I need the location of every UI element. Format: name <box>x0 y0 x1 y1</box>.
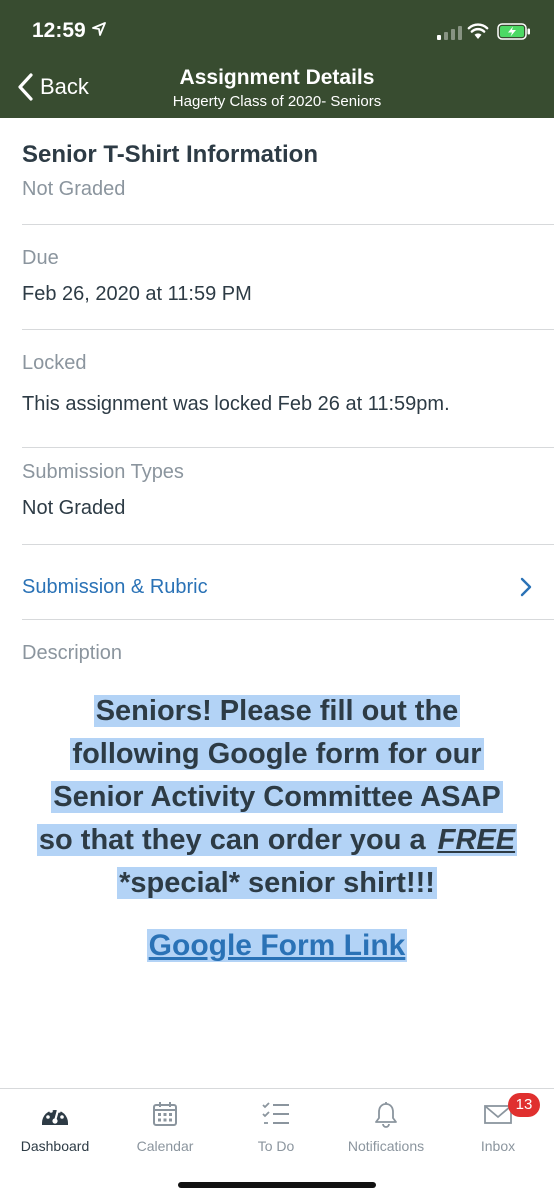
tab-calendar[interactable]: Calendar <box>110 1089 220 1169</box>
tab-todo[interactable]: To Do <box>221 1089 331 1169</box>
submission-rubric-link[interactable]: Submission & Rubric <box>22 572 532 602</box>
inbox-badge: 13 <box>508 1093 540 1117</box>
google-form-link-container: Google Form Link <box>0 924 554 968</box>
due-value: Feb 26, 2020 at 11:59 PM <box>22 283 252 305</box>
cellular-signal-icon <box>437 26 462 40</box>
description-line: *special* senior shirt!!! <box>117 867 437 899</box>
divider <box>22 619 554 620</box>
divider <box>22 224 554 225</box>
divider <box>22 447 554 448</box>
tab-notifications[interactable]: Notifications <box>331 1089 441 1169</box>
grading-status: Not Graded <box>22 178 126 200</box>
divider <box>22 544 554 545</box>
bell-icon <box>375 1102 397 1128</box>
todo-icon <box>262 1102 289 1124</box>
tab-label: Calendar <box>136 1138 194 1154</box>
status-time: 12:59 <box>32 19 86 42</box>
battery-charging-icon <box>497 23 530 40</box>
page-subtitle: Hagerty Class of 2020- Seniors <box>172 93 382 110</box>
description-line: Senior Activity Committee ASAP <box>51 781 503 813</box>
due-label: Due <box>22 247 59 269</box>
submission-types-value: Not Graded <box>22 497 126 519</box>
locked-value: This assignment was locked Feb 26 at 11:… <box>22 393 450 415</box>
submission-types-section: Submission Types Not Graded <box>22 461 532 520</box>
home-indicator[interactable] <box>178 1182 376 1188</box>
submission-rubric-label: Submission & Rubric <box>22 575 208 598</box>
locked-label: Locked <box>22 352 87 374</box>
page-title: Assignment Details <box>179 66 375 89</box>
nav-header: 12:59 Back Assignment Details Hagerty Cl… <box>0 0 554 118</box>
tab-label: Dashboard <box>20 1138 90 1154</box>
description-line: so that they can order you a <box>36 824 436 856</box>
calendar-icon <box>153 1102 177 1126</box>
divider <box>22 329 554 330</box>
description-section: Description <box>22 642 532 665</box>
wifi-icon <box>467 23 489 39</box>
google-form-link[interactable]: Google Form Link <box>146 929 408 962</box>
status-bar: 12:59 <box>0 0 554 60</box>
assignment-header: Senior T-Shirt Information Not Graded <box>22 141 532 201</box>
location-arrow-icon <box>92 22 106 36</box>
dashboard-icon <box>42 1108 68 1125</box>
tab-label: Notifications <box>347 1138 425 1154</box>
description-line: Seniors! Please fill out the <box>93 695 461 727</box>
due-section: Due Feb 26, 2020 at 11:59 PM <box>22 247 532 306</box>
submission-types-label: Submission Types <box>22 461 184 483</box>
tab-label: To Do <box>257 1138 295 1154</box>
assignment-title: Senior T-Shirt Information <box>22 141 319 168</box>
free-emphasis: FREE <box>435 824 518 856</box>
description-line: following Google form for our <box>70 738 484 770</box>
chevron-right-icon <box>520 577 532 597</box>
tab-dashboard[interactable]: Dashboard <box>0 1089 110 1169</box>
description-label: Description <box>22 642 123 664</box>
tab-label: Inbox <box>480 1138 516 1154</box>
locked-section: Locked This assignment was locked Feb 26… <box>22 352 532 416</box>
description-body: Seniors! Please fill out the following G… <box>0 690 554 905</box>
